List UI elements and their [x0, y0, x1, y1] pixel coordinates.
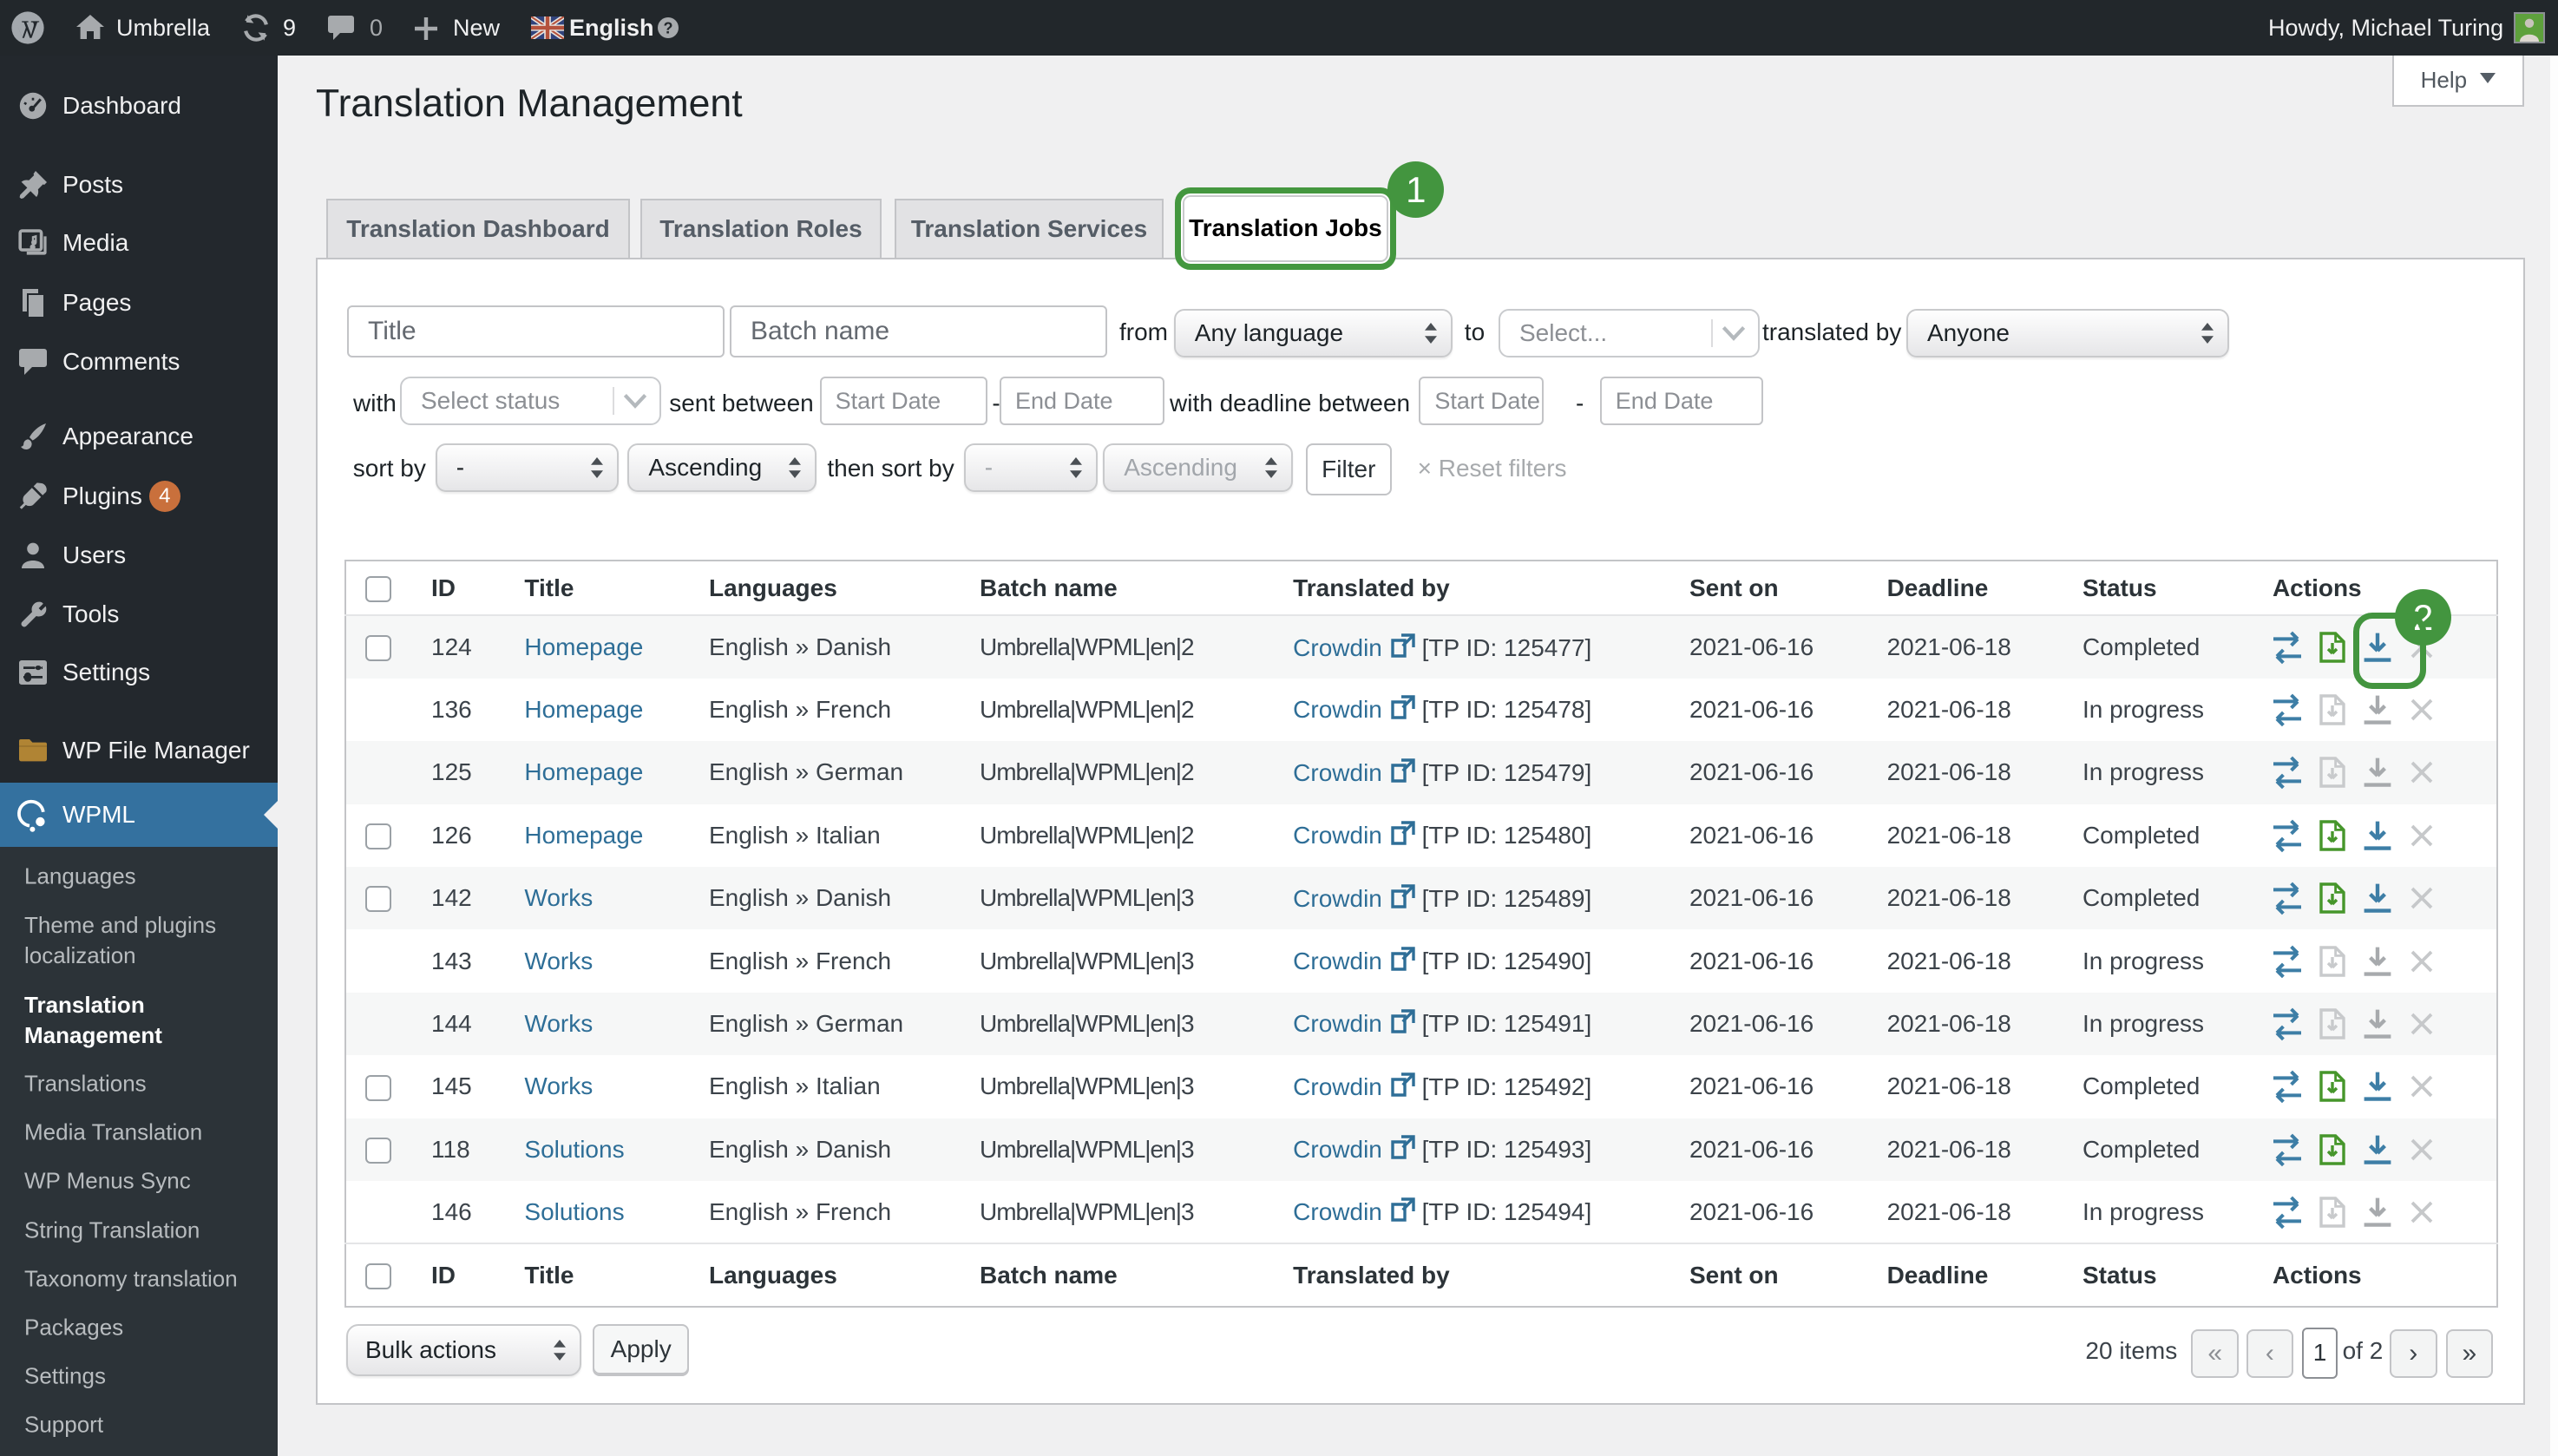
svg-text:?: ?: [664, 19, 673, 36]
